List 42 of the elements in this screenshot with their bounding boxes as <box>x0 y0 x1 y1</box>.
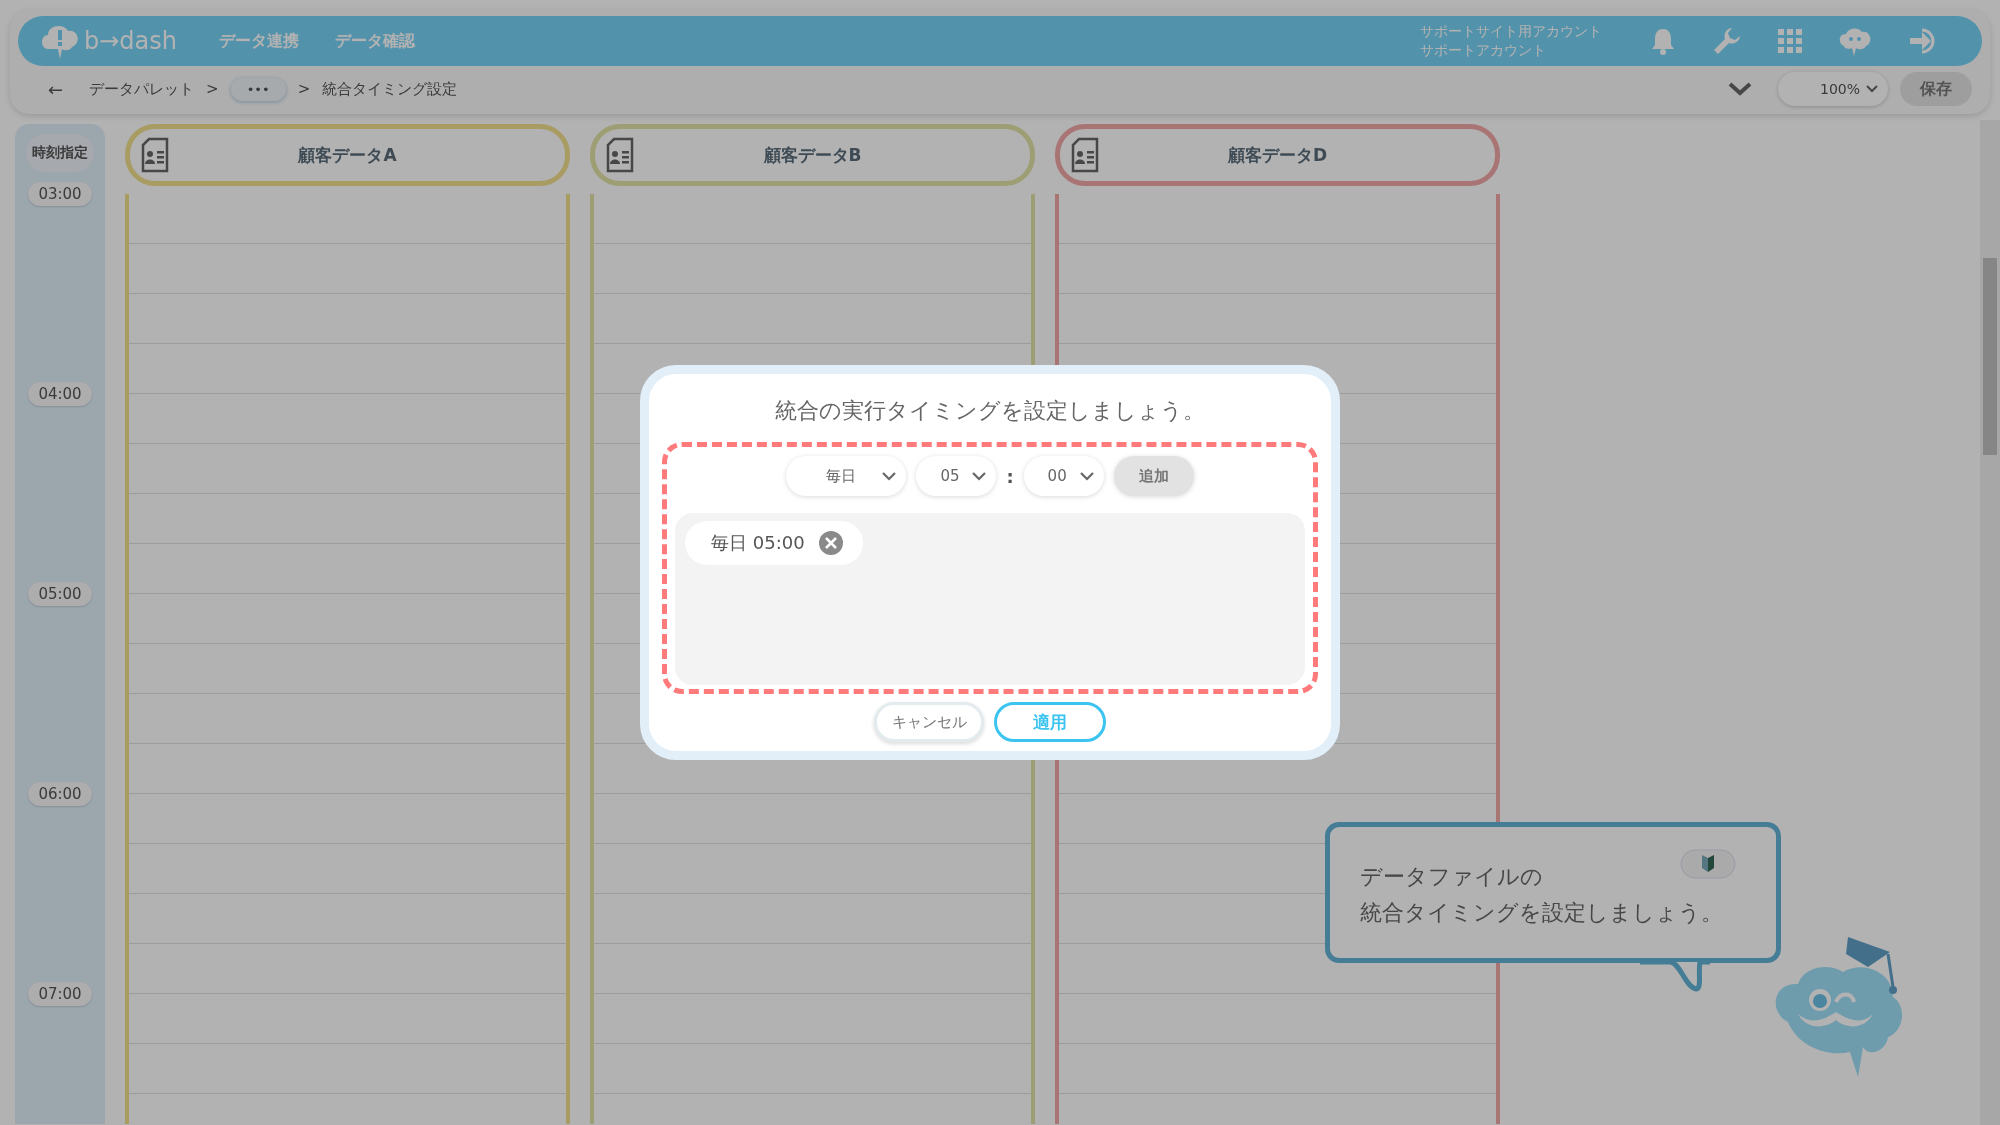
beginner-mark-icon[interactable] <box>1680 849 1736 879</box>
breadcrumb-separator: > <box>297 80 311 98</box>
column-header[interactable]: 顧客データB <box>590 124 1035 186</box>
caret-icon <box>1866 85 1878 93</box>
time-column-header[interactable]: 時刻指定 <box>26 134 94 172</box>
breadcrumb-item[interactable]: データパレット <box>89 79 195 99</box>
time-label: 06:00 <box>28 782 92 806</box>
wrench-icon[interactable] <box>1712 26 1742 56</box>
breadcrumb-item[interactable]: 統合タイミング設定 <box>322 79 458 99</box>
time-label: 03:00 <box>28 182 92 206</box>
schedule-label: 毎日 05:00 <box>711 531 805 555</box>
column-header[interactable]: 顧客データD <box>1055 124 1500 186</box>
back-arrow[interactable]: ← <box>48 78 64 100</box>
breadcrumb-separator: > <box>206 80 219 98</box>
document-icon <box>605 137 635 173</box>
account-name: サポートアカウント <box>1420 41 1547 60</box>
tooltip-text: 統合タイミングを設定しましょう。 <box>1360 899 1723 927</box>
column-header[interactable]: 顧客データA <box>125 124 570 186</box>
account-name: サポートサイト用アカウント <box>1420 22 1602 41</box>
caret-icon <box>972 471 987 481</box>
dialog-title: 統合の実行タイミングを設定しましょう。 <box>775 397 1205 425</box>
remove-icon[interactable] <box>818 531 843 555</box>
more-button[interactable]: ••• <box>230 77 286 101</box>
document-icon <box>140 137 170 173</box>
apps-grid-icon[interactable] <box>1778 29 1802 53</box>
minute-select[interactable]: 00 <box>1023 456 1104 496</box>
tooltip-text: データファイルの <box>1360 863 1543 891</box>
caret-icon <box>1079 471 1094 481</box>
cancel-button[interactable]: キャンセル <box>874 702 984 742</box>
hour-select[interactable]: 05 <box>916 456 997 496</box>
time-label: 07:00 <box>28 982 92 1006</box>
time-label: 04:00 <box>28 382 92 406</box>
time-label: 05:00 <box>28 582 92 606</box>
scrollbar[interactable] <box>1980 120 2000 1125</box>
caret-icon <box>882 471 897 481</box>
bell-icon[interactable] <box>1650 27 1676 55</box>
zoom-select[interactable]: 100% <box>1778 72 1888 106</box>
document-icon <box>1070 137 1100 173</box>
chevron-down-icon[interactable] <box>1728 81 1752 97</box>
frequency-select[interactable]: 毎日 <box>786 456 907 496</box>
brain-face-icon[interactable] <box>1838 26 1872 56</box>
time-separator: : <box>1006 465 1014 487</box>
